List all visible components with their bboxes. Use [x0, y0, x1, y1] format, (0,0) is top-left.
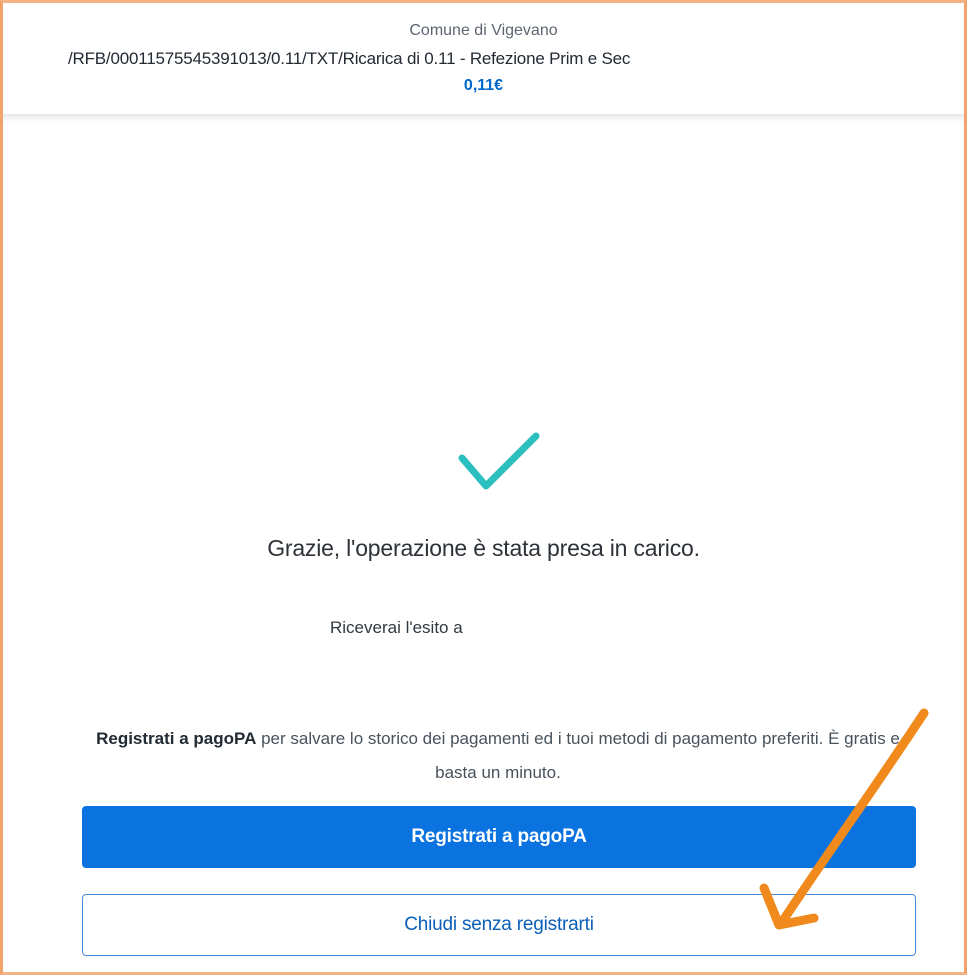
redacted-email: [480, 612, 665, 636]
promo-link[interactable]: Registrati a pagoPA: [96, 729, 256, 748]
registration-promo: Registrati a pagoPA per salvare lo stori…: [80, 722, 916, 790]
promo-text: per salvare lo storico dei pagamenti ed …: [256, 729, 900, 782]
check-icon: [452, 428, 548, 500]
payment-amount: 0,11€: [463, 77, 504, 94]
merchant-name: Comune di Vigevano: [409, 22, 558, 39]
redacted-area: [645, 44, 945, 74]
close-without-registering-button[interactable]: Chiudi senza registrarti: [82, 894, 916, 956]
outcome-label: Riceverai l'esito a: [330, 618, 463, 637]
confirmation-title: Grazie, l'operazione è stata presa in ca…: [267, 535, 700, 561]
register-button[interactable]: Registrati a pagoPA: [82, 806, 916, 868]
payment-summary-header: Comune di Vigevano /RFB/0001157554539101…: [0, 0, 967, 115]
